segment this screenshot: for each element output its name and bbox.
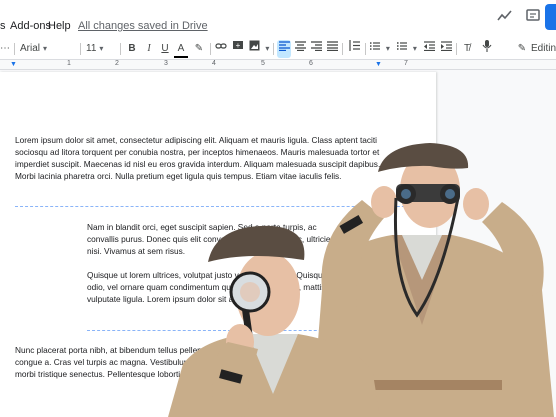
justify-icon[interactable] (325, 40, 339, 58)
ruler-number: 4 (212, 60, 216, 67)
voice-typing-icon[interactable] (480, 40, 494, 58)
menu-addons[interactable]: Add-ons (10, 20, 51, 32)
share-button[interactable] (545, 4, 556, 30)
ruler-number: 1 (67, 60, 71, 67)
separator (342, 43, 343, 55)
comment-icon[interactable] (524, 8, 542, 26)
separator (456, 43, 457, 55)
increase-indent-icon[interactable] (440, 40, 452, 58)
add-comment-icon[interactable]: + (231, 40, 245, 58)
menu-partial-left[interactable]: s (0, 20, 6, 32)
separator (80, 43, 81, 55)
separator (14, 43, 15, 55)
ruler-number: 7 (404, 60, 408, 67)
bulleted-list-icon[interactable] (396, 40, 417, 58)
ruler: ▼ 1 2 3 4 5 6 ▼ 7 (0, 60, 556, 70)
align-right-icon[interactable] (309, 40, 323, 58)
insert-image-icon[interactable] (248, 40, 270, 58)
ruler-number: 2 (115, 60, 119, 67)
detective-magnifier-photo (168, 225, 380, 417)
svg-text:+: + (236, 41, 241, 50)
italic-button[interactable]: I (142, 40, 156, 58)
decrease-indent-icon[interactable] (423, 40, 435, 58)
font-size-select[interactable]: 11 (86, 40, 116, 58)
line-spacing-icon[interactable] (347, 40, 361, 58)
separator (120, 43, 121, 55)
formatting-toolbar: ⋯ Arial 11 B I U A ✎ + T̸ (0, 38, 556, 60)
text-color-button[interactable]: A (174, 40, 188, 58)
menu-bar: s Add-ons Help All changes saved in Driv… (0, 0, 556, 38)
align-left-icon[interactable] (277, 40, 291, 58)
save-status-link[interactable]: All changes saved in Drive (78, 20, 208, 32)
editing-mode-select[interactable]: Editing (531, 40, 556, 58)
toolbar-partial[interactable]: ⋯ (0, 40, 10, 58)
ruler-number: 5 (261, 60, 265, 67)
ruler-number: 3 (164, 60, 168, 67)
separator (365, 43, 366, 55)
clear-formatting-icon[interactable]: T̸ (461, 40, 473, 58)
bold-button[interactable]: B (125, 40, 139, 58)
activity-icon[interactable] (496, 8, 514, 26)
pencil-icon[interactable]: ✎ (516, 40, 528, 58)
underline-button[interactable]: U (158, 40, 172, 58)
menu-help[interactable]: Help (48, 20, 71, 32)
separator (210, 43, 211, 55)
numbered-list-icon[interactable] (370, 40, 390, 58)
highlight-icon[interactable]: ✎ (192, 40, 206, 58)
align-center-icon[interactable] (293, 40, 307, 58)
separator (273, 43, 274, 55)
link-icon[interactable] (214, 40, 228, 58)
left-indent-marker[interactable]: ▼ (10, 61, 17, 68)
font-select[interactable]: Arial (20, 40, 76, 58)
right-indent-marker[interactable]: ▼ (375, 61, 382, 68)
ruler-number: 6 (309, 60, 313, 67)
